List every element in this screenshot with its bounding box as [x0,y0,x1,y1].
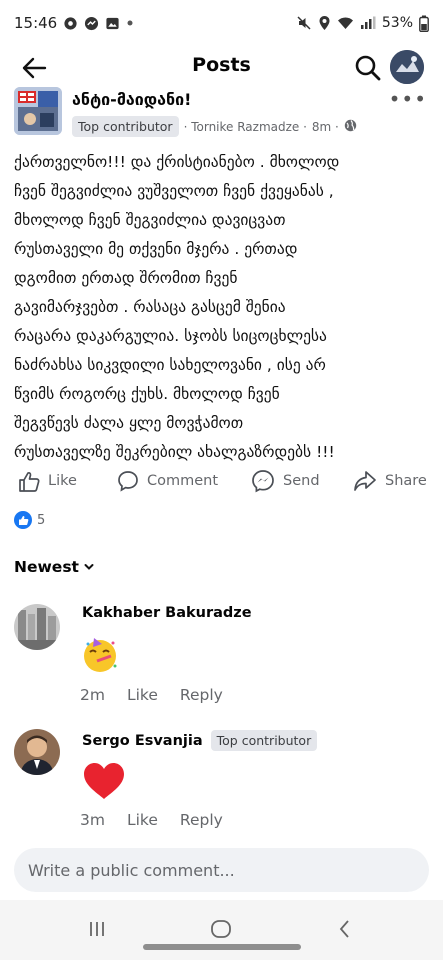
avatar-image [14,729,60,775]
top-bar: Posts [0,46,443,90]
recent-apps-icon [90,922,104,936]
page-logo-image [14,87,62,135]
commenter-avatar[interactable] [14,604,60,650]
comment-like-button[interactable]: Like [127,686,158,704]
post-actions: Like Comment Send Share [0,464,443,498]
comment-footer: 3m Like Reply [80,811,223,829]
signal-icon [360,16,376,30]
comment-icon [118,471,138,492]
back-nav-button[interactable] [330,916,360,942]
thumbs-up-icon [19,471,40,492]
dot-icon [126,19,134,27]
chevron-left-icon [339,920,349,938]
comment-button[interactable]: Comment [117,470,218,492]
comment-item: Sergo Esvanjia Top contributor 3m Like R… [14,729,434,839]
share-label: Share [385,473,427,489]
top-contributor-badge: Top contributor [210,730,318,751]
system-nav-bar [0,900,443,960]
avatar-image [390,50,424,84]
comment-input[interactable]: Write a public comment... [14,848,429,892]
gesture-pill[interactable] [143,944,301,950]
avatar-image [14,604,60,650]
comment-item: Kakhaber Bakuradze 2m Like Reply [14,604,434,714]
post-header: ანტი-მაიდანი! Top contributor · Tornike … [14,87,429,147]
search-button[interactable] [350,50,386,86]
comment-time: 2m [80,686,105,704]
status-bar: 15:46 53% [0,0,443,46]
chevron-down-icon [84,564,94,570]
gallery-icon [105,16,120,31]
post-meta: Top contributor · Tornike Razmadze · 8m … [72,116,357,137]
send-button[interactable]: Send [251,469,320,493]
comment-label: Comment [147,473,219,489]
post-author[interactable]: · Tornike Razmadze · [184,120,307,134]
mute-icon [296,15,312,31]
commenter-name[interactable]: Kakhaber Bakuradze [82,605,252,621]
send-label: Send [283,473,320,489]
recent-apps-button[interactable] [82,916,112,942]
comment-reply-button[interactable]: Reply [180,686,223,704]
comment-input-placeholder: Write a public comment... [28,860,235,880]
home-button[interactable] [206,916,236,942]
globe-icon [344,119,357,135]
heart-emoji [82,761,126,805]
page-avatar[interactable] [14,87,62,135]
post-text: ქართველნო!!! და ქრისტიანებო . მხოლოდ ჩვე… [14,153,340,461]
share-arrow-icon [354,471,376,491]
messenger-icon [84,16,99,31]
commenter-avatar[interactable] [14,729,60,775]
clock: 15:46 [14,14,58,32]
comment-time: 3m [80,811,105,829]
like-label: Like [48,473,77,489]
location-icon [318,15,331,31]
page-name[interactable]: ანტი-მაიდანი! [72,90,191,109]
sort-label: Newest [14,558,79,576]
reaction-summary[interactable]: 5 [14,511,45,529]
comment-sort-dropdown[interactable]: Newest [14,558,95,576]
wifi-icon [337,16,354,30]
search-icon [355,55,381,81]
top-contributor-badge: Top contributor [72,116,179,137]
like-reaction-icon [14,511,32,529]
like-button[interactable]: Like [18,471,77,492]
share-button[interactable]: Share [353,470,427,492]
comment-footer: 2m Like Reply [80,686,223,704]
messenger-send-icon [252,470,274,493]
commenter-name: Sergo Esvanjia Top contributor [82,730,318,751]
more-options-icon[interactable]: ••• [389,87,427,111]
comment-like-button[interactable]: Like [127,811,158,829]
battery-level: 53% [381,15,413,31]
gear-icon [63,16,78,31]
party-face-emoji [80,634,120,678]
comment-reply-button[interactable]: Reply [180,811,223,829]
profile-avatar[interactable] [390,50,424,84]
battery-icon [419,15,429,32]
home-icon [211,920,231,938]
post-time: 8m · [311,119,339,134]
reaction-count: 5 [37,512,46,528]
